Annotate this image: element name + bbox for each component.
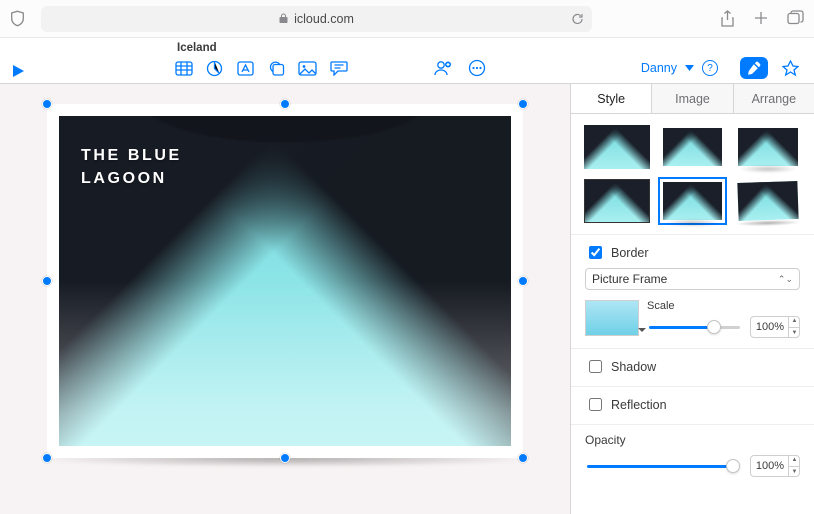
format-inspector: Style Image Arrange Border Picture Frame… bbox=[570, 84, 814, 514]
new-tab-icon[interactable] bbox=[753, 10, 769, 28]
text-tool-icon[interactable] bbox=[232, 57, 259, 79]
shape-tool-icon[interactable] bbox=[263, 57, 290, 79]
refresh-icon[interactable] bbox=[571, 12, 584, 26]
reflection-checkbox-row[interactable]: Reflection bbox=[585, 395, 800, 414]
border-checkbox-row[interactable]: Border bbox=[585, 243, 800, 262]
slide-canvas[interactable]: THE BLUE LAGOON bbox=[0, 84, 570, 514]
border-type-select[interactable]: Picture Frame ⌃⌄ bbox=[585, 268, 800, 290]
resize-handle-bm[interactable] bbox=[280, 453, 290, 463]
shadow-checkbox[interactable] bbox=[589, 360, 602, 373]
border-type-value: Picture Frame bbox=[592, 272, 667, 286]
collaborate-icon[interactable] bbox=[429, 57, 456, 79]
more-options-icon[interactable] bbox=[464, 57, 491, 79]
tab-image[interactable]: Image bbox=[652, 84, 733, 113]
comment-tool-icon[interactable] bbox=[325, 57, 352, 79]
selected-image[interactable]: THE BLUE LAGOON bbox=[47, 104, 523, 458]
lock-icon bbox=[279, 13, 288, 24]
resize-handle-tr[interactable] bbox=[518, 99, 528, 109]
resize-handle-mr[interactable] bbox=[518, 276, 528, 286]
style-preset-3[interactable] bbox=[734, 124, 802, 170]
style-preset-4[interactable] bbox=[583, 178, 651, 224]
play-slideshow-button[interactable] bbox=[10, 63, 40, 79]
image-caption: THE BLUE LAGOON bbox=[81, 144, 182, 190]
help-icon[interactable]: ? bbox=[702, 60, 718, 76]
shadow-label: Shadow bbox=[611, 360, 656, 374]
opacity-label: Opacity bbox=[585, 433, 800, 447]
shadow-checkbox-row[interactable]: Shadow bbox=[585, 357, 800, 376]
resize-handle-ml[interactable] bbox=[42, 276, 52, 286]
opacity-stepper[interactable]: ▲▼ bbox=[788, 455, 800, 477]
opacity-slider[interactable] bbox=[587, 465, 740, 468]
reflection-label: Reflection bbox=[611, 398, 667, 412]
resize-handle-tl[interactable] bbox=[42, 99, 52, 109]
animate-inspector-button[interactable] bbox=[776, 57, 804, 79]
media-tool-icon[interactable] bbox=[294, 57, 321, 79]
resize-handle-br[interactable] bbox=[518, 453, 528, 463]
resize-handle-bl[interactable] bbox=[42, 453, 52, 463]
resize-handle-tm[interactable] bbox=[280, 99, 290, 109]
address-bar[interactable]: icloud.com bbox=[41, 6, 592, 32]
scale-value-field[interactable]: 100% ▲▼ bbox=[750, 316, 800, 338]
style-preset-1[interactable] bbox=[583, 124, 651, 170]
tab-style[interactable]: Style bbox=[571, 84, 652, 113]
scale-slider[interactable] bbox=[649, 326, 740, 329]
document-title: Iceland bbox=[177, 42, 217, 54]
scale-stepper[interactable]: ▲▼ bbox=[788, 316, 800, 338]
style-preset-2[interactable] bbox=[659, 124, 727, 170]
user-menu[interactable]: Danny bbox=[641, 61, 677, 75]
share-icon[interactable] bbox=[720, 10, 735, 28]
style-preset-5[interactable] bbox=[659, 178, 727, 224]
opacity-value-field[interactable]: 100% ▲▼ bbox=[750, 455, 800, 477]
chevron-updown-icon: ⌃⌄ bbox=[778, 274, 793, 285]
tab-arrange[interactable]: Arrange bbox=[734, 84, 814, 113]
chart-tool-icon[interactable] bbox=[201, 57, 228, 79]
border-label: Border bbox=[611, 246, 649, 260]
frame-style-swatch[interactable] bbox=[585, 300, 639, 336]
url-text: icloud.com bbox=[294, 12, 354, 26]
border-checkbox[interactable] bbox=[589, 246, 602, 259]
chevron-down-icon[interactable] bbox=[685, 65, 694, 71]
style-preset-6[interactable] bbox=[734, 178, 802, 224]
table-tool-icon[interactable] bbox=[170, 57, 197, 79]
privacy-shield-icon[interactable] bbox=[10, 10, 25, 27]
tabs-overview-icon[interactable] bbox=[787, 10, 804, 28]
format-inspector-button[interactable] bbox=[740, 57, 768, 79]
reflection-checkbox[interactable] bbox=[589, 398, 602, 411]
scale-label: Scale bbox=[647, 300, 800, 312]
